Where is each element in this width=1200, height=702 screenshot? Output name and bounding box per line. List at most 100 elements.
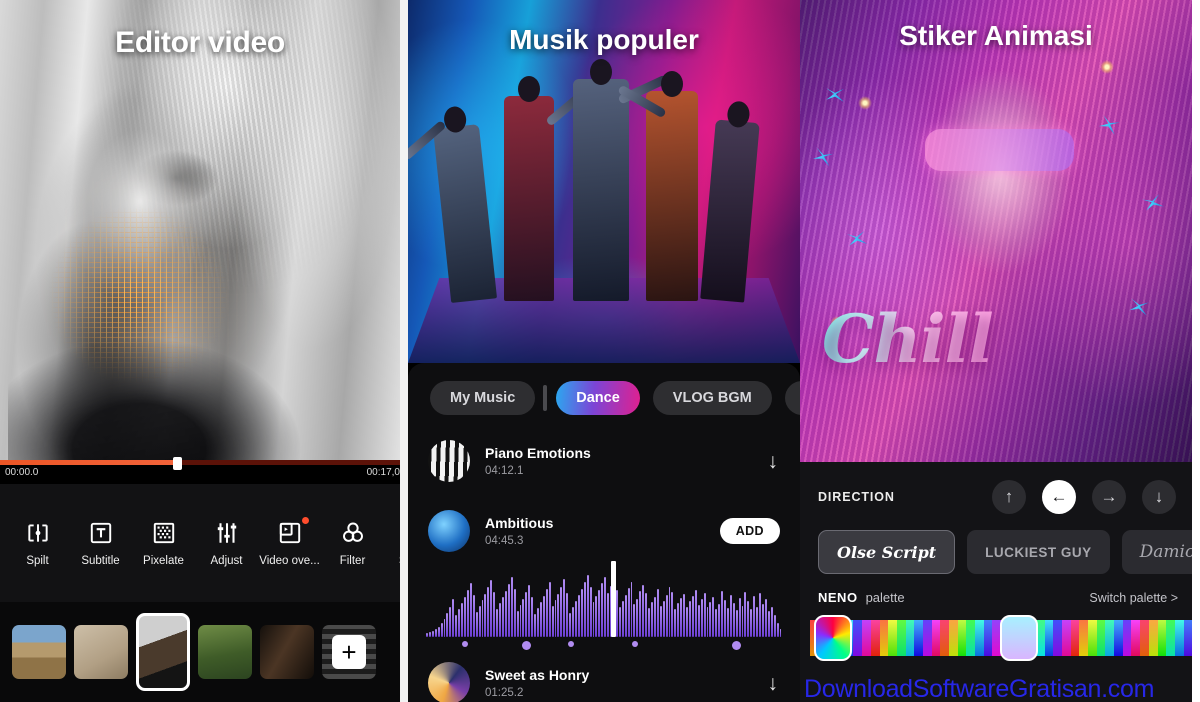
waveform-bar <box>551 606 554 637</box>
waveform-bar <box>741 606 744 637</box>
waveform-bar <box>458 609 461 637</box>
color-swatch[interactable] <box>914 620 923 656</box>
color-swatch[interactable] <box>957 620 967 656</box>
color-swatch[interactable] <box>1183 620 1192 656</box>
song-artwork <box>428 440 470 482</box>
preview-jacket-layer <box>8 295 320 462</box>
color-swatch[interactable] <box>1070 620 1080 656</box>
clip-thumbnail-sketch[interactable] <box>74 625 128 679</box>
download-arrow-icon[interactable]: ↓ <box>768 451 781 472</box>
clip-thumbnail-dark[interactable] <box>260 625 314 679</box>
clip-thumbnail-desert[interactable] <box>12 625 66 679</box>
timeline-playhead[interactable] <box>172 457 182 470</box>
color-swatch[interactable] <box>870 620 880 656</box>
waveform-marker-dot[interactable] <box>461 641 468 647</box>
waveform-bar <box>501 597 504 637</box>
waveform-marker-dot[interactable] <box>732 641 742 650</box>
tool-pixelate[interactable]: Pixelate <box>132 520 195 567</box>
add-clip-button[interactable]: + <box>322 625 376 679</box>
color-swatch[interactable] <box>1096 620 1106 656</box>
direction-up-button[interactable]: ↑ <box>992 480 1026 514</box>
tab-dance[interactable]: Dance <box>556 381 640 415</box>
font-chip-damion[interactable]: Damion <box>1121 530 1192 574</box>
waveform-marker-dot[interactable] <box>632 641 639 647</box>
color-swatch[interactable] <box>940 620 949 656</box>
clip-thumbnail-portrait-selected[interactable] <box>136 613 190 691</box>
direction-right-button[interactable]: → <box>1092 480 1126 514</box>
color-swatch[interactable] <box>1174 620 1184 656</box>
tab-my-music[interactable]: My Music <box>430 381 536 415</box>
color-swatch[interactable] <box>862 620 871 656</box>
waveform-bar <box>607 593 610 637</box>
color-swatch[interactable] <box>1114 620 1123 656</box>
color-swatch[interactable] <box>1053 620 1062 656</box>
tool-scroll[interactable]: Scro... <box>384 520 400 567</box>
palette-word: palette <box>865 590 905 605</box>
waveform-bar <box>513 589 516 637</box>
editor-preview-image[interactable] <box>0 0 400 462</box>
tool-subtitle[interactable]: Subtitle <box>69 520 132 567</box>
color-swatch[interactable] <box>1148 620 1158 656</box>
color-swatch[interactable] <box>1166 620 1175 656</box>
tool-filter[interactable]: Filter <box>321 520 384 567</box>
font-chip-luckiest-guy[interactable]: LUCKIEST GUY <box>967 530 1110 574</box>
color-swatch[interactable] <box>896 620 906 656</box>
swatch-selected-rainbow[interactable] <box>814 615 852 661</box>
color-swatch[interactable] <box>966 620 976 656</box>
direction-down-button[interactable]: ↓ <box>1142 480 1176 514</box>
color-swatch[interactable] <box>1061 620 1071 656</box>
waveform-bar <box>764 599 767 637</box>
color-swatch[interactable] <box>853 620 863 656</box>
add-song-button[interactable]: ADD <box>719 518 780 544</box>
audio-waveform[interactable] <box>426 561 782 637</box>
song-row-sweet-as-honry[interactable]: Sweet as Honry 01:25.2 ↓ <box>408 655 800 702</box>
color-swatch[interactable] <box>1122 620 1132 656</box>
waveform-bar <box>744 592 747 637</box>
song-meta: Piano Emotions 04:12.1 <box>485 445 753 477</box>
tool-adjust[interactable]: Adjust <box>195 520 258 567</box>
color-swatch[interactable] <box>1140 620 1149 656</box>
direction-left-button[interactable]: ← <box>1042 480 1076 514</box>
song-row-ambitious[interactable]: Ambitious 04:45.3 ADD <box>408 503 800 559</box>
waveform-playhead[interactable] <box>611 561 617 637</box>
color-swatch[interactable] <box>888 620 897 656</box>
song-row-piano-emotions[interactable]: Piano Emotions 04:12.1 ↓ <box>408 433 800 489</box>
editor-timeline[interactable]: 00:00.0 00:17,0 <box>0 457 400 482</box>
color-swatch[interactable] <box>983 620 993 656</box>
song-duration: 04:12.1 <box>485 465 524 477</box>
color-swatch[interactable] <box>1044 620 1054 656</box>
color-swatch[interactable] <box>1105 620 1115 656</box>
waveform-bar <box>694 590 697 637</box>
switch-palette-link[interactable]: Switch palette > <box>1089 591 1178 605</box>
swatch-selected-pastel[interactable] <box>1000 615 1038 661</box>
waveform-bar <box>718 604 721 637</box>
pixelate-icon <box>153 522 174 543</box>
color-swatch[interactable] <box>922 620 932 656</box>
font-chip-olse-script[interactable]: Olse Script <box>818 530 956 574</box>
waveform-bar <box>724 600 726 637</box>
waveform-bar <box>677 603 680 637</box>
download-arrow-icon[interactable]: ↓ <box>768 673 781 694</box>
tool-video-overlay[interactable]: Video ove... <box>258 516 321 567</box>
tab-vlog-bgm[interactable]: VLOG BGM <box>652 381 772 415</box>
color-swatch[interactable] <box>1088 620 1097 656</box>
waveform-bar <box>440 623 443 637</box>
waveform-bar <box>750 609 753 637</box>
sticker-artwork-text: Chill <box>822 300 994 378</box>
tool-split[interactable]: Spilt <box>6 520 69 567</box>
waveform-bar <box>510 577 513 637</box>
tab-happy[interactable]: Hap <box>784 381 800 415</box>
color-swatch-strip[interactable] <box>800 615 1192 661</box>
color-swatch[interactable] <box>931 620 941 656</box>
color-swatch[interactable] <box>1157 620 1167 656</box>
color-swatch[interactable] <box>879 620 889 656</box>
color-swatch[interactable] <box>975 620 984 656</box>
waveform-marker-dot[interactable] <box>522 641 532 650</box>
color-swatch[interactable] <box>1079 620 1088 656</box>
clip-thumbnail-field[interactable] <box>198 625 252 679</box>
color-swatch[interactable] <box>949 620 958 656</box>
color-swatch[interactable] <box>1131 620 1141 656</box>
waveform-bar <box>700 599 703 637</box>
waveform-marker-dot[interactable] <box>568 641 575 647</box>
color-swatch[interactable] <box>905 620 915 656</box>
